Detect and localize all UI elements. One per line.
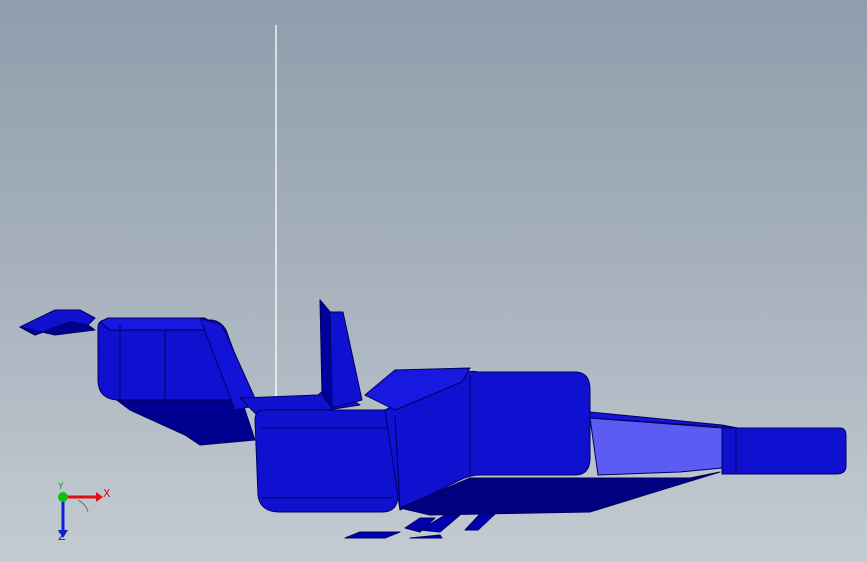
axis-label-y: Y bbox=[58, 482, 64, 492]
bottom-tab[interactable] bbox=[344, 531, 401, 539]
right-arm-shaded-face[interactable] bbox=[589, 417, 723, 476]
bottom-tab[interactable] bbox=[409, 534, 443, 539]
bottom-tab[interactable] bbox=[464, 513, 496, 531]
3d-model[interactable] bbox=[0, 0, 867, 562]
model-body[interactable] bbox=[19, 299, 847, 539]
coordinate-triad: X Y Z bbox=[48, 482, 118, 547]
axis-label-x: X bbox=[103, 487, 111, 500]
graphics-viewport[interactable]: X Y Z bbox=[0, 0, 867, 562]
vertical-tab-side[interactable] bbox=[319, 299, 333, 409]
axis-label-z: Z bbox=[58, 530, 66, 543]
right-end-box[interactable] bbox=[721, 427, 847, 475]
front-box[interactable] bbox=[254, 409, 399, 513]
